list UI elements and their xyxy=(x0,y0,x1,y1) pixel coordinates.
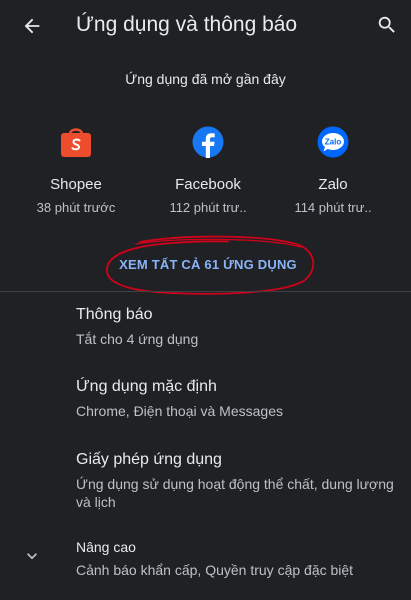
arrow-left-icon xyxy=(24,18,40,34)
app-last-used: 114 phút trư.. xyxy=(294,200,372,215)
section-divider xyxy=(0,291,411,292)
app-name: Shopee xyxy=(50,176,102,193)
setting-app-permissions[interactable]: Giấy phép ứng dụng Ứng dụng sử dụng hoạt… xyxy=(0,451,411,511)
zalo-icon: Zalo xyxy=(316,125,350,159)
back-button[interactable] xyxy=(18,12,46,40)
recent-app-shopee[interactable]: Shopee 38 phút trước xyxy=(11,125,141,225)
setting-subtitle: Cảnh báo khẩn cấp, Quyền truy cập đặc bi… xyxy=(76,562,354,578)
see-all-apps-label: XEM TẤT CẢ 61 ỨNG DỤNG xyxy=(119,257,297,272)
setting-title: Nâng cao xyxy=(76,539,136,555)
setting-advanced[interactable]: Nâng cao Cảnh báo khẩn cấp, Quyền truy c… xyxy=(0,537,411,582)
app-last-used: 38 phút trước xyxy=(36,200,116,215)
page-title: Ứng dụng và thông báo xyxy=(76,13,298,36)
search-icon xyxy=(378,16,395,33)
setting-subtitle: Chrome, Điện thoại và Messages xyxy=(76,403,283,419)
facebook-icon xyxy=(191,125,225,159)
app-last-used: 112 phút trư.. xyxy=(169,200,247,215)
see-all-apps-button[interactable]: XEM TẤT CẢ 61 ỨNG DỤNG xyxy=(100,235,320,295)
recent-app-zalo[interactable]: Zalo Zalo 114 phút trư.. xyxy=(268,125,398,225)
search-button[interactable] xyxy=(373,11,401,39)
svg-text:Zalo: Zalo xyxy=(325,138,342,147)
setting-default-apps[interactable]: Ứng dụng mặc định Chrome, Điện thoại và … xyxy=(0,378,411,428)
shopee-icon xyxy=(59,125,93,159)
app-bar: Ứng dụng và thông báo xyxy=(0,0,411,56)
app-name: Zalo xyxy=(318,176,348,193)
setting-notifications[interactable]: Thông báo Tắt cho 4 ứng dụng xyxy=(0,306,411,356)
setting-title: Ứng dụng mặc định xyxy=(76,378,217,395)
setting-title: Giấy phép ứng dụng xyxy=(76,451,222,468)
chevron-down-icon xyxy=(20,544,44,568)
setting-subtitle: Ứng dụng sử dụng hoạt động thể chất, dun… xyxy=(76,476,394,510)
setting-title: Thông báo xyxy=(76,306,153,323)
setting-subtitle: Tắt cho 4 ứng dụng xyxy=(76,331,199,347)
recent-app-facebook[interactable]: Facebook 112 phút trư.. xyxy=(143,125,273,225)
app-name: Facebook xyxy=(175,176,241,193)
recent-apps-title: Ứng dụng đã mở gần đây xyxy=(125,71,286,87)
